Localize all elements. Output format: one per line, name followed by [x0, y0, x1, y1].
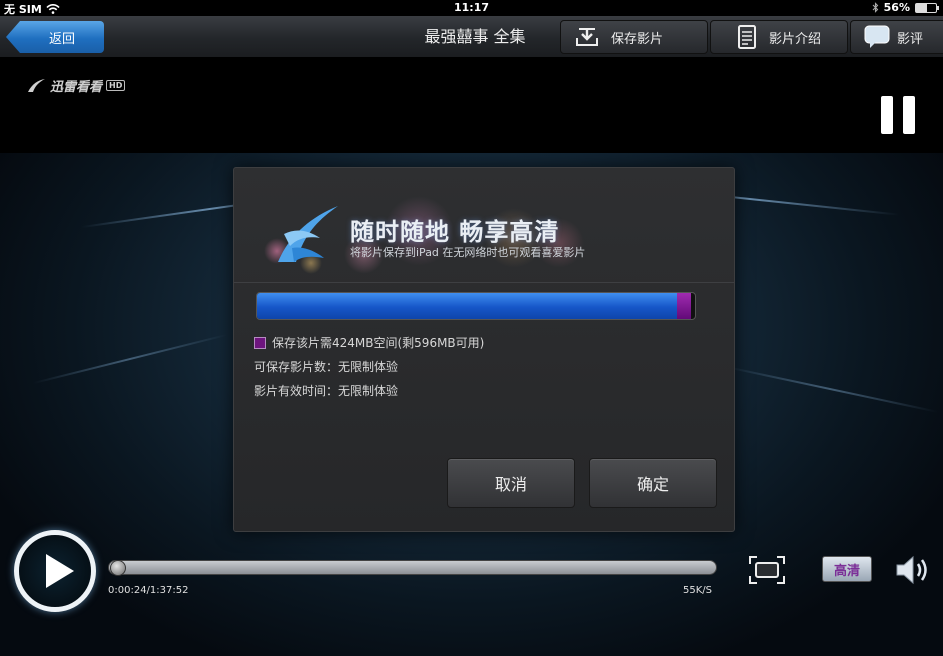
movie-intro-button[interactable]: 影片介绍 — [710, 20, 848, 54]
letterbox-top — [0, 58, 943, 153]
document-icon — [733, 25, 761, 49]
fullscreen-button[interactable] — [749, 556, 785, 584]
download-speed: 55K/S — [683, 585, 712, 596]
storage-used-fill — [257, 293, 678, 319]
play-button[interactable] — [14, 530, 96, 612]
confirm-button[interactable]: 确定 — [589, 458, 717, 508]
storage-required-fill — [677, 293, 691, 319]
dialog-headline: 随时随地 畅享高清 — [350, 218, 560, 246]
clock: 11:17 — [453, 1, 489, 14]
elapsed-time: 0:00:24/1:37:52 — [108, 585, 189, 596]
review-button[interactable]: 影评 — [850, 20, 943, 54]
xunlei-logo: 迅雷看看 HD — [26, 76, 126, 95]
bluetooth-icon — [872, 2, 878, 13]
seek-knob[interactable] — [110, 560, 127, 576]
status-bar: 无 SIM 11:17 56% — [0, 0, 943, 16]
movie-intro-label: 影片介绍 — [769, 31, 822, 47]
movie-title: 最强囍事 全集 — [424, 27, 526, 46]
space-info-text: 保存该片需424MB空间(剩596MB可用) — [272, 336, 485, 350]
xunlei-bird-icon — [28, 78, 45, 92]
speech-bubble-icon — [863, 25, 891, 49]
space-info-row: 保存该片需424MB空间(剩596MB可用) — [254, 334, 484, 351]
seek-bar[interactable] — [108, 560, 717, 576]
save-movie-label: 保存影片 — [611, 31, 664, 47]
logo-text: 迅雷看看 — [50, 80, 103, 95]
dialog-header: 随时随地 畅享高清 将影片保存到iPad 在无网络时也可观看喜爱影片 — [234, 168, 734, 283]
valid-time-text: 影片有效时间：无限制体验 — [254, 384, 399, 398]
save-movie-button[interactable]: 保存影片 — [560, 20, 708, 54]
xunlei-bird-logo-icon — [278, 206, 338, 262]
cancel-button[interactable]: 取消 — [447, 458, 575, 508]
review-label: 影评 — [897, 31, 924, 47]
valid-time-row: 影片有效时间：无限制体验 — [254, 382, 398, 399]
battery-percent: 56% — [883, 1, 910, 14]
volume-icon[interactable] — [895, 553, 933, 587]
logo-hd-badge: HD — [106, 80, 126, 91]
status-right: 56% — [872, 1, 939, 14]
quality-button[interactable]: 高清 — [822, 556, 872, 582]
pause-icon[interactable] — [881, 96, 915, 134]
top-bar: 返回 最强囍事 全集 保存影片 影片介绍 影评 — [0, 16, 943, 58]
storage-progress-bar — [256, 292, 696, 320]
battery-icon — [915, 2, 939, 13]
dialog-subline: 将影片保存到iPad 在无网络时也可观看喜爱影片 — [350, 246, 586, 259]
light-streak — [32, 333, 228, 385]
required-space-legend — [254, 336, 266, 349]
screen-icon — [755, 562, 779, 578]
light-streak — [722, 365, 938, 413]
saveable-count-row: 可保存影片数：无限制体验 — [254, 358, 398, 375]
save-movie-dialog: 随时随地 畅享高清 将影片保存到iPad 在无网络时也可观看喜爱影片 保存该片需… — [233, 167, 735, 532]
saveable-count-text: 可保存影片数：无限制体验 — [254, 360, 399, 374]
battery-fill — [916, 3, 928, 12]
download-tray-icon — [573, 25, 601, 49]
back-button[interactable]: 返回 — [6, 21, 104, 53]
